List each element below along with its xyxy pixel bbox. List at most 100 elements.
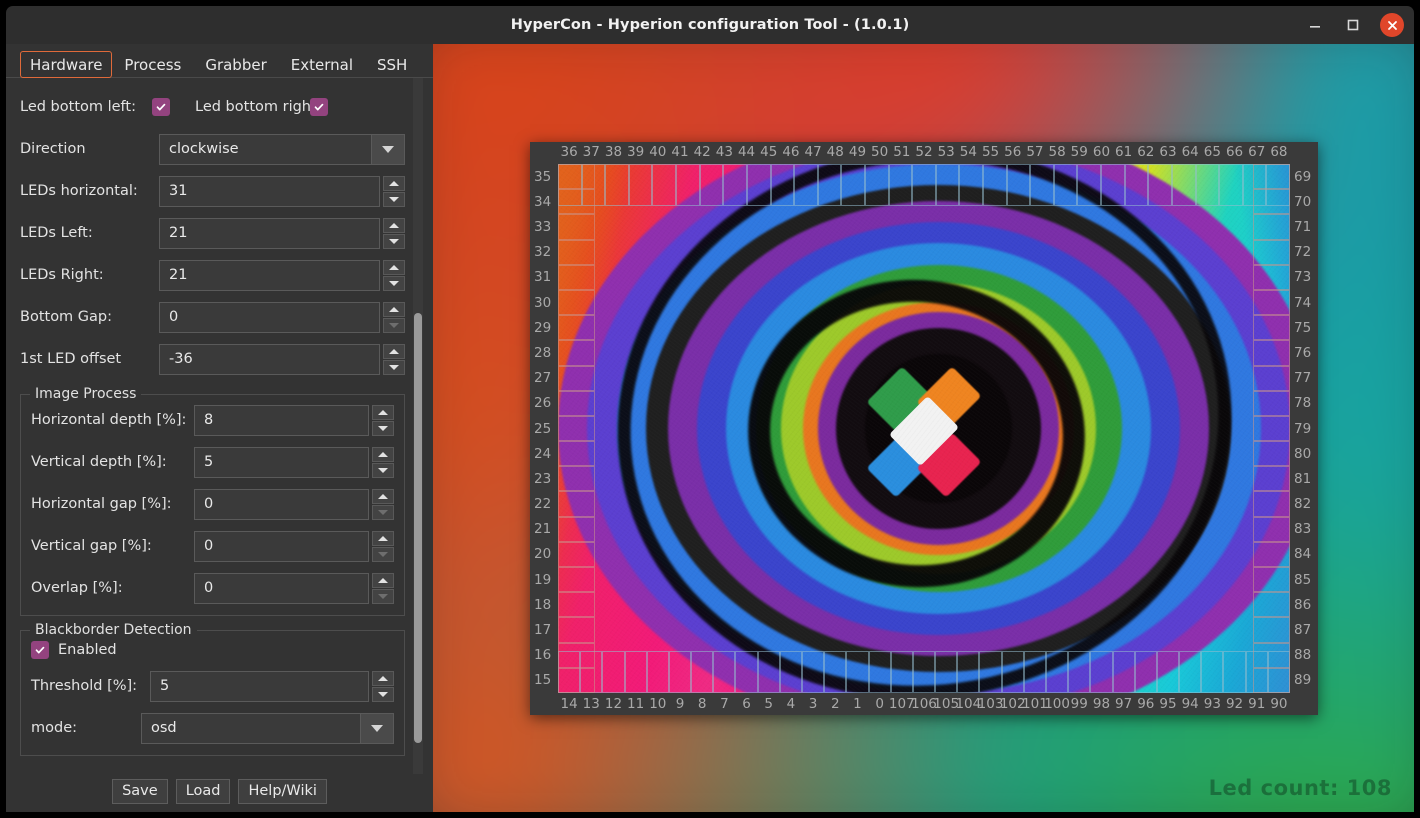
stepper-up-icon[interactable] bbox=[383, 301, 405, 317]
vertical-gap-stepper[interactable]: 0 bbox=[194, 530, 394, 562]
action-button-row: Save Load Help/Wiki bbox=[6, 779, 433, 804]
leds-right-stepper[interactable]: 21 bbox=[159, 259, 405, 291]
tab-external[interactable]: External bbox=[279, 51, 365, 78]
leds-horizontal-stepper[interactable]: 31 bbox=[159, 175, 405, 207]
led-cell bbox=[935, 164, 960, 207]
chevron-down-icon[interactable] bbox=[371, 133, 405, 165]
led-cell bbox=[912, 164, 936, 207]
stepper-down-icon[interactable] bbox=[372, 420, 394, 436]
ruler-tick: 44 bbox=[737, 144, 756, 160]
overlap-stepper[interactable]: 0 bbox=[194, 572, 394, 604]
maximize-icon[interactable] bbox=[1342, 14, 1364, 36]
ruler-tick: 67 bbox=[1248, 144, 1266, 160]
stepper-down-icon[interactable] bbox=[372, 462, 394, 478]
minimize-icon[interactable] bbox=[1304, 14, 1326, 36]
led-cell bbox=[558, 466, 595, 492]
stepper-down-icon[interactable] bbox=[372, 588, 394, 604]
led-cell bbox=[1156, 650, 1180, 693]
form-scroll-area: Led top left: Led top right: Led bottom … bbox=[20, 78, 420, 774]
leds-left-row: LEDs Left: 21 bbox=[20, 212, 405, 254]
stepper-down-icon[interactable] bbox=[383, 317, 405, 333]
stepper-up-icon[interactable] bbox=[383, 343, 405, 359]
direction-select[interactable]: clockwise bbox=[159, 133, 405, 165]
led-cell bbox=[1253, 239, 1290, 265]
help-wiki-button[interactable]: Help/Wiki bbox=[238, 779, 327, 804]
led-layout-frame[interactable]: 36 37 38 39 40 41 42 43 44 45 46 47 48 49 50 51 52 53 54 55… bbox=[530, 142, 1318, 715]
led-cell bbox=[558, 315, 595, 341]
chevron-down-icon[interactable] bbox=[360, 712, 394, 744]
horizontal-gap-stepper[interactable]: 0 bbox=[194, 488, 394, 520]
led-cell bbox=[558, 239, 595, 265]
led-cell bbox=[1023, 650, 1046, 693]
close-icon[interactable] bbox=[1380, 13, 1404, 37]
stepper-down-icon[interactable] bbox=[372, 686, 394, 702]
stepper-down-icon[interactable] bbox=[372, 546, 394, 562]
ruler-tick: 25 bbox=[534, 420, 552, 437]
direction-value: clockwise bbox=[169, 141, 239, 157]
ruler-tick: 59 bbox=[1070, 144, 1088, 160]
led-cell bbox=[558, 365, 595, 391]
ruler-tick: 37 bbox=[582, 144, 600, 160]
led-cell bbox=[558, 415, 595, 442]
stepper-down-icon[interactable] bbox=[372, 504, 394, 520]
stepper-up-icon[interactable] bbox=[372, 572, 394, 588]
blackborder-enabled-checkbox[interactable] bbox=[31, 641, 49, 659]
tab-hardware[interactable]: Hardware bbox=[20, 51, 113, 78]
stepper-up-icon[interactable] bbox=[383, 217, 405, 233]
led-cell bbox=[1112, 650, 1135, 693]
stepper-up-icon[interactable] bbox=[372, 488, 394, 504]
threshold-label: Threshold [%]: bbox=[31, 678, 138, 694]
stepper-up-icon[interactable] bbox=[372, 670, 394, 686]
leds-left-stepper[interactable]: 21 bbox=[159, 217, 405, 249]
led-cell bbox=[735, 650, 758, 693]
ruler-tick: 14 bbox=[560, 696, 578, 712]
ruler-tick: 45 bbox=[760, 144, 778, 160]
led-cell bbox=[817, 164, 842, 207]
first-led-offset-stepper[interactable]: -36 bbox=[159, 343, 405, 375]
led-bottom-right-checkbox[interactable] bbox=[310, 98, 328, 116]
bottom-gap-stepper[interactable]: 0 bbox=[159, 301, 405, 333]
led-cell bbox=[1253, 415, 1290, 442]
stepper-up-icon[interactable] bbox=[383, 259, 405, 275]
stepper-down-icon[interactable] bbox=[383, 191, 405, 207]
led-cell bbox=[713, 650, 736, 693]
stepper-down-icon[interactable] bbox=[383, 233, 405, 249]
ruler-tick: 78 bbox=[1294, 395, 1312, 412]
ruler-tick: 31 bbox=[534, 269, 552, 286]
stepper-up-icon[interactable] bbox=[372, 530, 394, 546]
overlap-row: Overlap [%]: 0 bbox=[31, 567, 394, 609]
led-cell bbox=[1253, 365, 1290, 391]
stepper-up-icon[interactable] bbox=[372, 404, 394, 420]
panel-scrollbar[interactable] bbox=[413, 78, 423, 774]
ruler-tick: 21 bbox=[534, 521, 552, 538]
mode-row: mode: osd bbox=[31, 707, 394, 749]
tab-process[interactable]: Process bbox=[112, 51, 193, 78]
save-button[interactable]: Save bbox=[112, 779, 168, 804]
stepper-up-icon[interactable] bbox=[383, 175, 405, 191]
led-cell bbox=[824, 650, 847, 693]
led-cell bbox=[558, 491, 595, 517]
mode-select[interactable]: osd bbox=[141, 712, 394, 744]
led-top-corners-row: Led top left: Led top right: bbox=[20, 78, 405, 86]
led-bottom-left-checkbox[interactable] bbox=[152, 98, 170, 116]
tab-grabber[interactable]: Grabber bbox=[193, 51, 278, 78]
ruler-tick: 91 bbox=[1248, 696, 1266, 712]
led-bottom-left-label: Led bottom left: bbox=[20, 99, 136, 115]
tab-grabber-label: Grabber bbox=[205, 55, 267, 74]
stepper-up-icon[interactable] bbox=[372, 446, 394, 462]
stepper-down-icon[interactable] bbox=[383, 359, 405, 375]
ruler-tick: 65 bbox=[1203, 144, 1221, 160]
tab-ssh[interactable]: SSH bbox=[365, 51, 419, 78]
ruler-tick: 62 bbox=[1137, 144, 1155, 160]
ruler-tick: 96 bbox=[1137, 696, 1155, 712]
scrollbar-thumb[interactable] bbox=[414, 313, 422, 743]
load-button[interactable]: Load bbox=[175, 779, 231, 804]
horizontal-depth-stepper[interactable]: 8 bbox=[194, 404, 394, 436]
led-cell bbox=[1179, 650, 1202, 693]
stepper-down-icon[interactable] bbox=[383, 275, 405, 291]
ruler-tick: 79 bbox=[1294, 420, 1312, 437]
threshold-stepper[interactable]: 5 bbox=[150, 670, 394, 702]
blackborder-group: Blackborder Detection Enabled Threshold … bbox=[20, 622, 405, 756]
vertical-depth-stepper[interactable]: 5 bbox=[194, 446, 394, 478]
leds-left-value: 21 bbox=[169, 225, 188, 241]
